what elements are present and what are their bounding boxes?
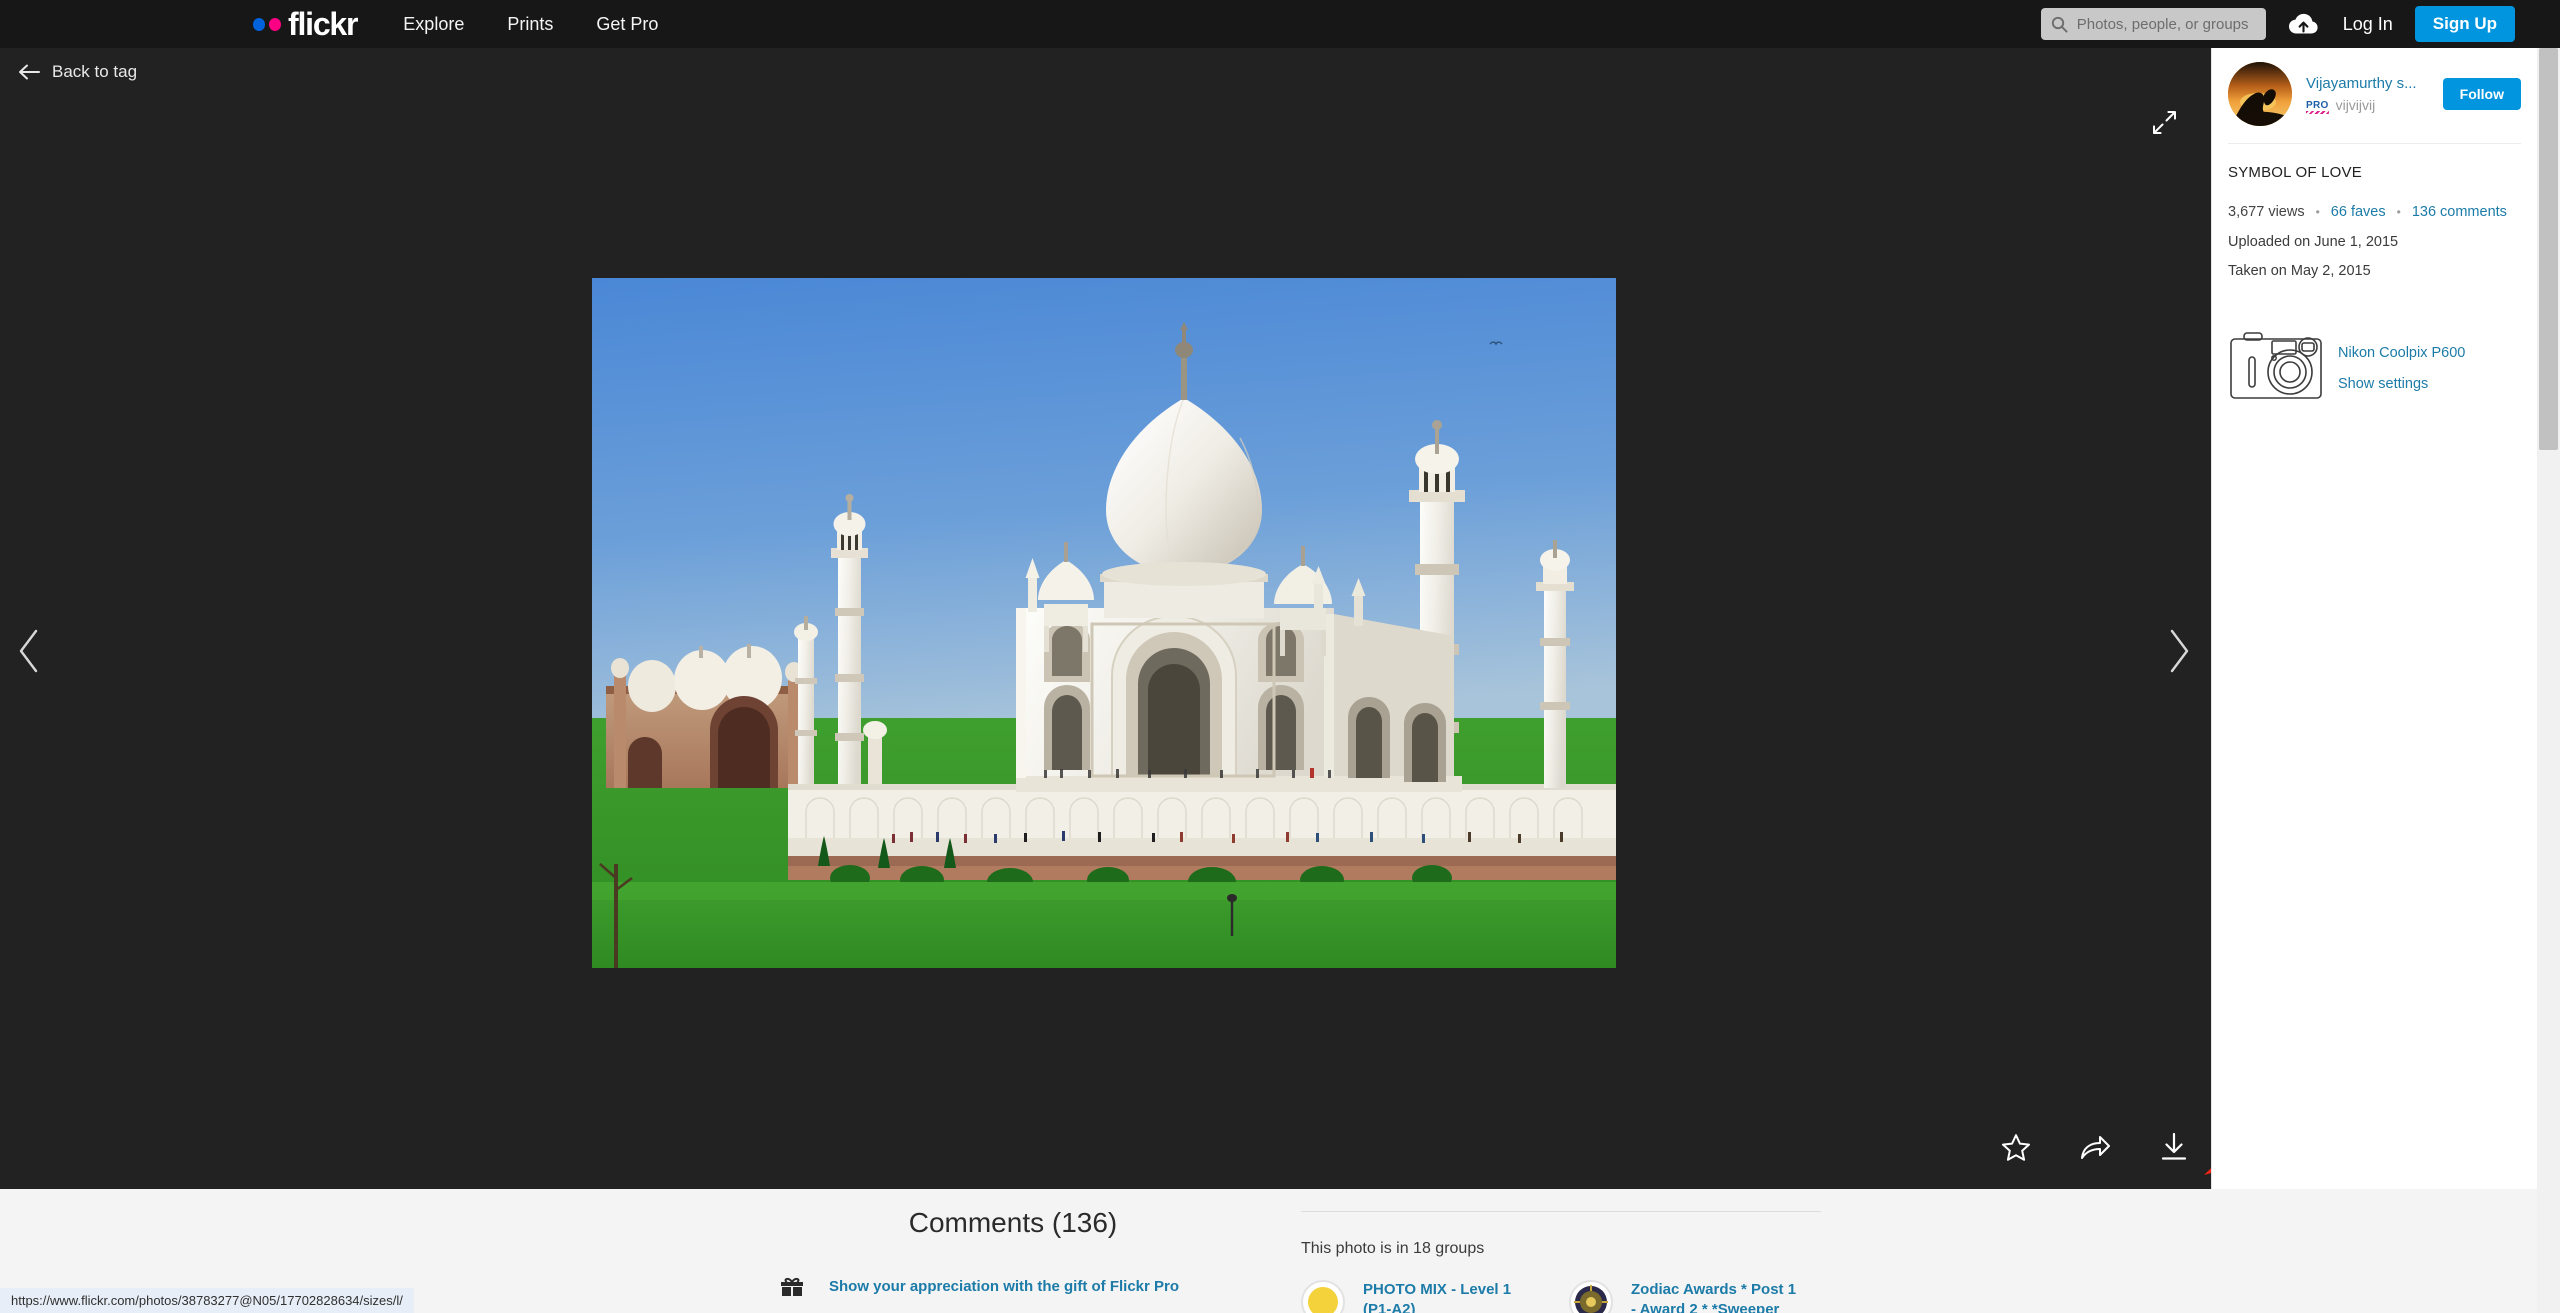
comments-link[interactable]: 136 comments — [2412, 205, 2507, 220]
global-navbar: flickr Explore Prints Get Pro Photos, pe… — [0, 0, 2537, 48]
compact-camera-icon — [2230, 331, 2322, 399]
owner-subrow: PRO vijvijvij — [2306, 97, 2443, 114]
uploaded-date: Uploaded on June 1, 2015 — [2228, 233, 2399, 250]
group-name: PHOTO MIX - Level 1 (P1-A2) — [1363, 1281, 1512, 1313]
camera-text: Nikon Coolpix P600 Show settings — [2338, 327, 2465, 392]
cloud-upload-icon[interactable] — [2288, 12, 2319, 36]
gift-pro-row[interactable]: Show your appreciation with the gift of … — [758, 1275, 1268, 1297]
group-item[interactable]: PHOTO MIX - Level 1 (P1-A2) — [1301, 1280, 1531, 1313]
star-icon — [2002, 1133, 2030, 1161]
flickr-logo[interactable]: flickr — [253, 6, 359, 42]
groups-list: PHOTO MIX - Level 1 (P1-A2) Zodiac Award… — [1301, 1280, 1821, 1313]
owner-name-link[interactable]: Vijayamurthy s... — [2306, 75, 2443, 92]
next-photo-button[interactable] — [2165, 628, 2191, 679]
taj-mahal-photo-illustration — [592, 278, 1616, 968]
signup-button[interactable]: Sign Up — [2414, 6, 2515, 42]
back-to-tag-button[interactable]: Back to tag — [18, 62, 137, 82]
download-button[interactable] — [2159, 1132, 2189, 1167]
gift-pro-link[interactable]: Show your appreciation with the gift of … — [829, 1278, 1179, 1295]
expand-arrows-icon[interactable] — [2152, 110, 2177, 140]
groups-heading: This photo is in 18 groups — [1301, 1240, 1485, 1257]
photo-actions — [2001, 1132, 2189, 1167]
search-icon — [2051, 16, 2068, 33]
share-button[interactable] — [2079, 1134, 2111, 1166]
search-placeholder: Photos, people, or groups — [2076, 15, 2249, 33]
photo-stage: Back to tag — [0, 48, 2211, 1189]
views-count: 3,677 views — [2228, 204, 2305, 220]
flickr-photo-page: flickr Explore Prints Get Pro Photos, pe… — [0, 0, 2560, 1313]
stats-separator: • — [2396, 205, 2401, 220]
group-item[interactable]: Zodiac Awards * Post 1 - Award 2 * *Swee… — [1569, 1280, 1799, 1313]
nav-link-getpro[interactable]: Get Pro — [596, 14, 658, 35]
comments-column: Comments (136) Show your appreciation wi… — [758, 1189, 1268, 1297]
photo-info-sidebar: Vijayamurthy s... PRO vijvijvij Follow S… — [2211, 48, 2537, 1189]
search-input[interactable]: Photos, people, or groups — [2040, 8, 2266, 40]
stats-separator: • — [2315, 205, 2320, 220]
faves-link[interactable]: 66 faves — [2331, 205, 2386, 220]
share-arrow-icon — [2081, 1135, 2110, 1159]
groups-divider — [1301, 1211, 1821, 1212]
nav-link-explore[interactable]: Explore — [403, 14, 464, 35]
arrow-left-icon — [19, 64, 40, 80]
zodiac-wheel-group-icon — [1569, 1280, 1613, 1313]
show-settings-link[interactable]: Show settings — [2338, 376, 2465, 392]
logo-dots-icon — [253, 17, 281, 31]
scrollbar-track-top — [2537, 0, 2560, 48]
follow-button[interactable]: Follow — [2442, 78, 2521, 110]
gift-icon — [781, 1277, 803, 1296]
status-bar-url-text: https://www.flickr.com/photos/38783277@N… — [11, 1293, 403, 1308]
browser-scrollbar[interactable] — [2537, 0, 2560, 1313]
nav-link-prints[interactable]: Prints — [507, 14, 553, 35]
login-link[interactable]: Log In — [2343, 14, 2393, 35]
elephant-sunset-avatar-icon — [2228, 62, 2292, 126]
comments-heading: Comments (136) — [908, 1207, 1118, 1238]
chevron-left-icon — [19, 629, 38, 673]
camera-info: Nikon Coolpix P600 Show settings — [2212, 279, 2537, 402]
download-icon — [2161, 1132, 2187, 1160]
owner-row: Vijayamurthy s... PRO vijvijvij Follow — [2212, 48, 2537, 143]
status-bar-url: https://www.flickr.com/photos/38783277@N… — [0, 1288, 414, 1313]
chevron-right-icon — [2170, 629, 2189, 673]
owner-text: Vijayamurthy s... PRO vijvijvij — [2306, 75, 2443, 114]
pro-badge: PRO — [2306, 99, 2329, 114]
taken-date: Taken on May 2, 2015 — [2228, 263, 2371, 279]
page-title: SYMBOL OF LOVE — [2228, 164, 2362, 181]
camera-model-link[interactable]: Nikon Coolpix P600 — [2338, 345, 2465, 361]
favorite-button[interactable] — [2001, 1133, 2031, 1167]
photo-stats: 3,677 views • 66 faves • 136 comments Up… — [2212, 181, 2537, 279]
nav-links: Explore Prints Get Pro — [403, 14, 658, 35]
avatar[interactable] — [2228, 62, 2292, 126]
back-to-tag-label: Back to tag — [52, 62, 138, 81]
stats-row: 3,677 views • 66 faves • 136 comments — [2228, 205, 2521, 220]
scrollbar-thumb[interactable] — [2539, 48, 2558, 450]
groups-column: This photo is in 18 groups PHOTO MIX - L… — [1301, 1189, 1821, 1313]
main-photo[interactable] — [592, 278, 1616, 968]
previous-photo-button[interactable] — [17, 628, 43, 679]
logo-wordmark: flickr — [288, 6, 359, 42]
group-name: Zodiac Awards * Post 1 - Award 2 * *Swee… — [1631, 1281, 1797, 1313]
owner-handle: vijvijvij — [2335, 97, 2376, 113]
yellow-circle-group-icon — [1301, 1280, 1345, 1313]
navbar-right-group: Photos, people, or groups Log In Sign Up — [2040, 6, 2537, 42]
